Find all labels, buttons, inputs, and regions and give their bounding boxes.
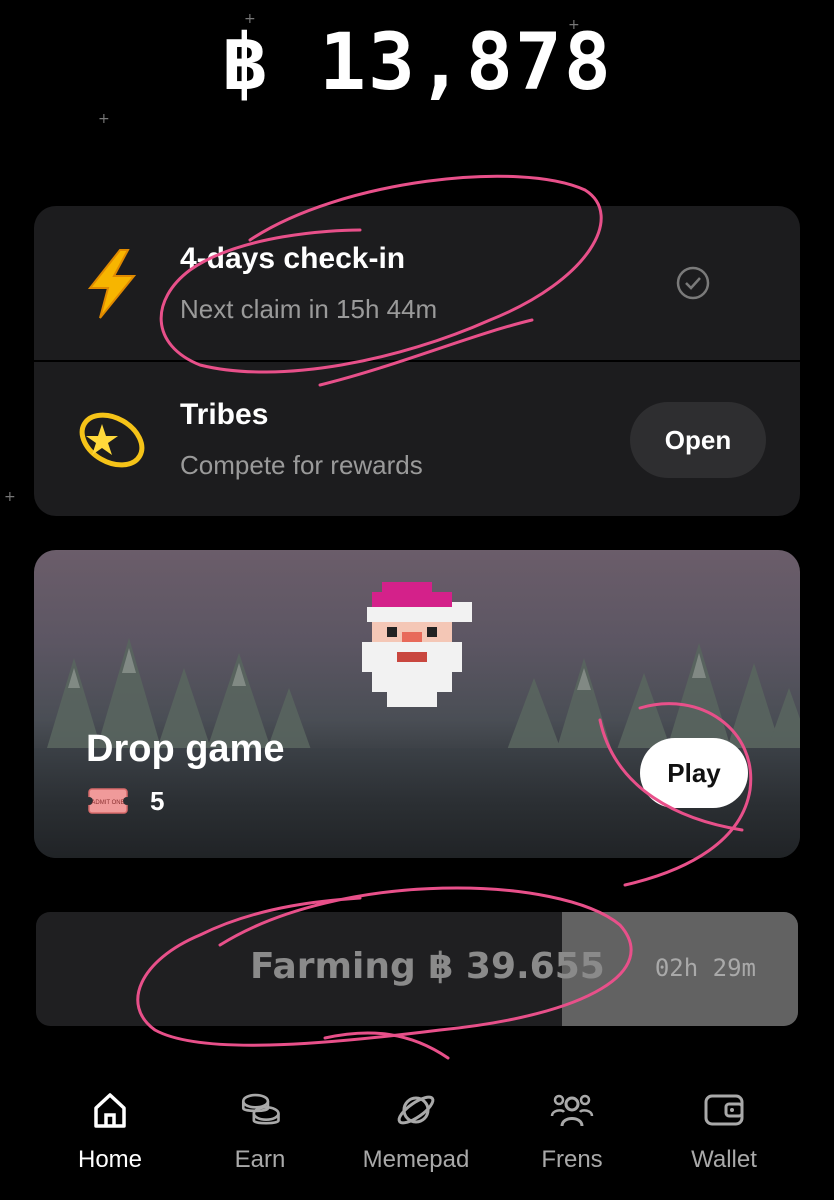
task-tribes[interactable]: Tribes Compete for rewards Open xyxy=(34,362,800,516)
tasks-card: 4-days check-in Next claim in 15h 44m Tr… xyxy=(34,206,800,516)
farming-bar[interactable]: Farming ฿ 39.655 02h 29m xyxy=(36,912,798,1026)
task-title: Tribes xyxy=(180,398,269,431)
task-subtitle: Compete for rewards xyxy=(180,450,423,480)
lightning-icon xyxy=(87,249,137,319)
nav-wallet[interactable]: Wallet xyxy=(654,1088,794,1174)
task-subtitle: Next claim in 15h 44m xyxy=(180,294,438,324)
nav-earn[interactable]: Earn xyxy=(190,1088,330,1174)
open-button[interactable]: Open xyxy=(630,402,766,478)
bottom-nav: Home Earn Memepad Frens Wallet xyxy=(0,1088,834,1200)
home-icon xyxy=(94,1093,126,1128)
nav-label: Memepad xyxy=(362,1146,470,1173)
annotation-tail-farming xyxy=(323,1031,450,1060)
play-button[interactable]: Play xyxy=(640,738,748,808)
svg-text:ADMIT ONE: ADMIT ONE xyxy=(91,800,124,806)
nav-label: Wallet xyxy=(691,1146,757,1173)
pixel-santa-icon xyxy=(362,582,472,707)
nav-label: Earn xyxy=(234,1146,286,1173)
shooting-star-icon xyxy=(79,412,145,468)
task-checkin[interactable]: 4-days check-in Next claim in 15h 44m xyxy=(34,206,800,362)
nav-frens[interactable]: Frens xyxy=(502,1088,642,1174)
nav-home[interactable]: Home xyxy=(40,1088,180,1174)
star-decoration: + xyxy=(4,489,16,505)
planet-icon xyxy=(397,1095,435,1125)
task-title: 4-days check-in xyxy=(180,242,406,275)
nav-label: Frens xyxy=(541,1146,603,1173)
check-circle-icon xyxy=(676,266,710,300)
ticket-icon: ADMIT ONE xyxy=(88,788,128,814)
nav-memepad[interactable]: Memepad xyxy=(346,1088,486,1174)
balance-display: ฿ 13,878 xyxy=(221,18,613,108)
game-title: Drop game xyxy=(86,728,285,770)
drop-game-card[interactable]: Drop game ADMIT ONE 5 Play xyxy=(34,550,800,858)
ticket-count: 5 xyxy=(150,786,165,816)
farming-time-left: 02h 29m xyxy=(654,954,756,982)
wallet-icon xyxy=(704,1094,744,1126)
star-decoration: + xyxy=(98,111,110,127)
farming-label: Farming ฿ 39.655 xyxy=(250,946,605,987)
nav-label: Home xyxy=(77,1146,143,1173)
coins-icon xyxy=(241,1093,280,1125)
friends-icon xyxy=(550,1094,594,1127)
